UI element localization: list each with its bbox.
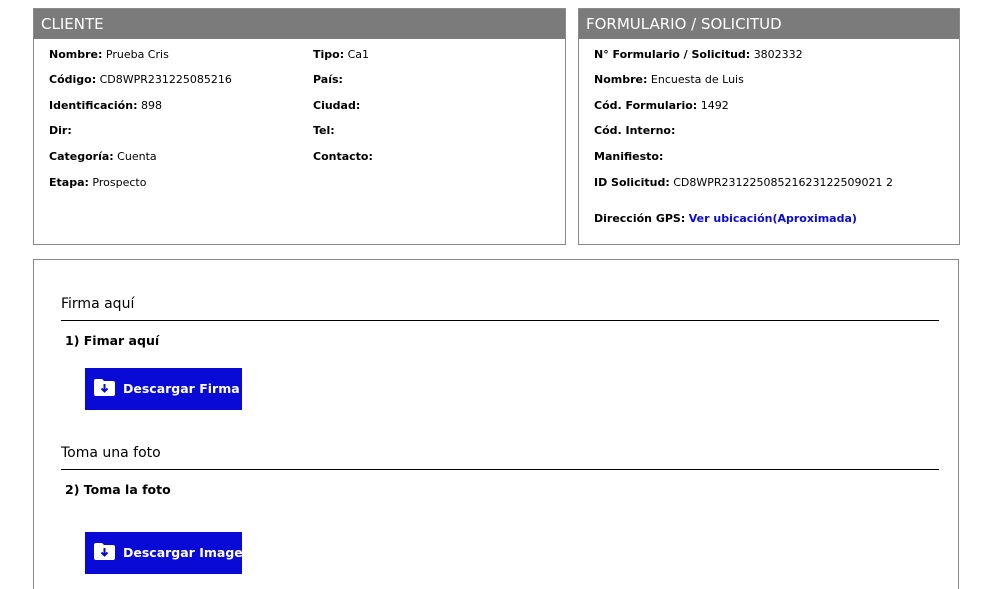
form-field-cod-interno: Cód. Interno:: [594, 124, 676, 137]
form-field-manifiesto: Manifiesto:: [594, 150, 664, 163]
form-field-cod-formulario: Cód. Formulario: 1492: [594, 99, 729, 112]
client-field-categoria: Categoría: Cuenta: [49, 150, 157, 163]
answers-panel: Firma aquí 1) Fimar aquí Descargar Firma…: [33, 259, 959, 589]
section-divider: [61, 469, 939, 470]
client-field-tel: Tel:: [313, 124, 335, 137]
folder-download-icon: [94, 379, 115, 396]
form-panel: FORMULARIO / SOLICITUD N° Formulario / S…: [578, 8, 960, 245]
folder-download-icon: [94, 543, 115, 560]
client-field-nombre: Nombre: Prueba Cris: [49, 48, 169, 61]
client-field-dir: Dir:: [49, 124, 72, 137]
client-field-codigo: Código: CD8WPR231225085216: [49, 73, 232, 86]
question-label-firma: 1) Fimar aquí: [65, 333, 160, 348]
form-field-gps: Dirección GPS: Ver ubicación(Aproximada): [594, 212, 857, 225]
form-field-numero: N° Formulario / Solicitud: 3802332: [594, 48, 803, 61]
client-field-ciudad: Ciudad:: [313, 99, 361, 112]
client-field-identificacion: Identificación: 898: [49, 99, 162, 112]
client-field-etapa: Etapa: Prospecto: [49, 176, 147, 189]
section-divider: [61, 320, 939, 321]
client-field-contacto: Contacto:: [313, 150, 373, 163]
section-title-firma: Firma aquí: [61, 296, 135, 312]
download-image-label: Descargar Imagen: [123, 545, 242, 560]
form-field-nombre: Nombre: Encuesta de Luis: [594, 73, 744, 86]
client-field-pais: País:: [313, 73, 343, 86]
form-field-id-solicitud: ID Solicitud: CD8WPR23122508521623122509…: [594, 176, 893, 189]
download-signature-label: Descargar Firma: [123, 381, 240, 396]
form-panel-header: FORMULARIO / SOLICITUD: [579, 9, 959, 39]
client-panel: CLIENTE Nombre: Prueba Cris Código: CD8W…: [33, 8, 566, 245]
download-signature-button[interactable]: Descargar Firma: [85, 368, 242, 410]
download-image-button[interactable]: Descargar Imagen: [85, 532, 242, 574]
section-title-foto: Toma una foto: [61, 445, 161, 461]
client-panel-header: CLIENTE: [34, 9, 565, 39]
question-label-foto: 2) Toma la foto: [65, 482, 171, 497]
client-field-tipo: Tipo: Ca1: [313, 48, 370, 61]
gps-location-link[interactable]: Ver ubicación(Aproximada): [689, 212, 857, 225]
